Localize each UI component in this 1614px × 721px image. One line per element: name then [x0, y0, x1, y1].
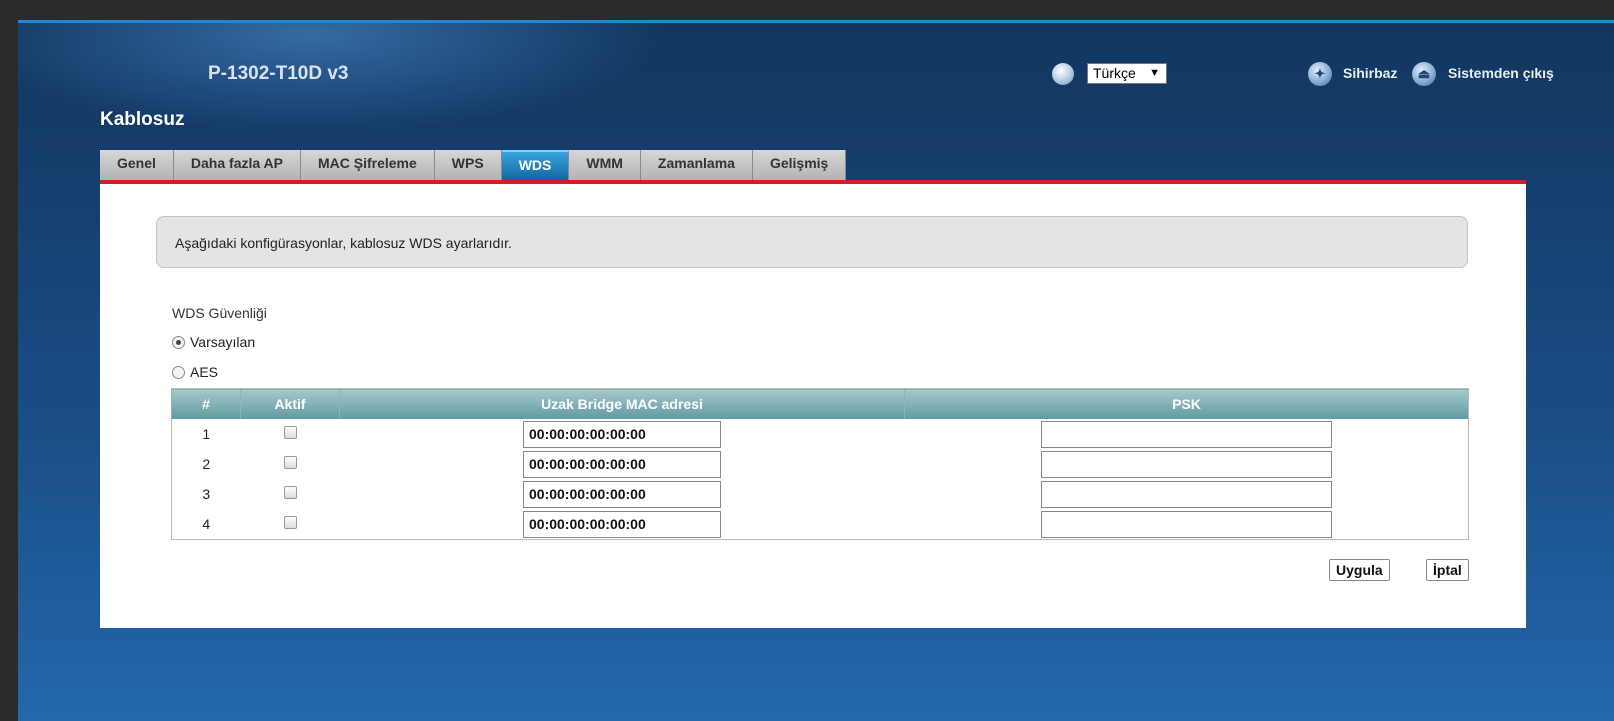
psk-input[interactable]: [1040, 480, 1332, 508]
active-checkbox[interactable]: [283, 426, 297, 439]
row-index: 3: [202, 486, 211, 502]
logout-icon[interactable]: ⏏: [1412, 62, 1436, 86]
column-header-active: Aktif: [240, 388, 340, 419]
column-header-mac: Uzak Bridge MAC adresi: [339, 388, 905, 419]
tab-daha-fazla-ap[interactable]: Daha fazla AP: [173, 150, 301, 180]
globe-icon: [1052, 63, 1074, 85]
mac-address-input[interactable]: [523, 510, 721, 538]
table-header-row: # Aktif Uzak Bridge MAC adresi PSK: [171, 388, 1469, 419]
active-checkbox[interactable]: [283, 486, 297, 499]
language-select[interactable]: Türkçe ▼: [1087, 63, 1167, 84]
tab-zamanlama[interactable]: Zamanlama: [640, 150, 753, 180]
radio-option-aes[interactable]: AES: [172, 364, 218, 380]
radio-label-default: Varsayılan: [190, 334, 256, 350]
psk-input[interactable]: [1040, 420, 1332, 448]
tab-mac-sifreleme[interactable]: MAC Şifreleme: [300, 150, 435, 180]
content-panel: Aşağıdaki konfigürasyonlar, kablosuz WDS…: [100, 184, 1526, 628]
row-index: 2: [202, 456, 211, 472]
cancel-button[interactable]: İptal: [1426, 559, 1469, 581]
wizard-star-icon[interactable]: ✦: [1308, 62, 1332, 86]
column-header-index: #: [171, 388, 241, 419]
radio-button-aes[interactable]: [172, 365, 185, 379]
tab-wps[interactable]: WPS: [434, 150, 502, 180]
wds-security-label: WDS Güvenliği: [172, 305, 267, 321]
logout-link[interactable]: Sistemden çıkış: [1448, 65, 1554, 81]
wds-table: # Aktif Uzak Bridge MAC adresi PSK 1 2: [171, 388, 1469, 540]
wizard-link[interactable]: Sihirbaz: [1343, 65, 1397, 81]
active-checkbox[interactable]: [283, 456, 297, 469]
mac-address-input[interactable]: [523, 450, 721, 478]
psk-input[interactable]: [1040, 510, 1332, 538]
table-row: 4: [172, 509, 1469, 540]
chevron-down-icon: ▼: [1149, 67, 1160, 79]
mac-address-input[interactable]: [523, 420, 721, 448]
language-value: Türkçe: [1093, 65, 1136, 81]
apply-button[interactable]: Uygula: [1329, 559, 1390, 581]
tab-genel[interactable]: Genel: [100, 150, 174, 180]
table-row: 2: [172, 449, 1469, 479]
tab-bar: Genel Daha fazla AP MAC Şifreleme WPS WD…: [100, 150, 847, 180]
column-header-psk: PSK: [904, 388, 1469, 419]
radio-label-aes: AES: [190, 364, 219, 380]
device-model: P-1302-T10D v3: [208, 63, 349, 84]
tab-wds[interactable]: WDS: [501, 150, 570, 180]
app-window: P-1302-T10D v3 Türkçe ▼ ✦ Sihirbaz ⏏ Sis…: [18, 20, 1614, 721]
page-title: Kablosuz: [100, 109, 185, 130]
tab-wmm[interactable]: WMM: [569, 150, 641, 180]
radio-option-default[interactable]: Varsayılan: [172, 334, 255, 350]
row-index: 1: [202, 426, 211, 442]
table-row: 3: [172, 479, 1469, 509]
info-box: Aşağıdaki konfigürasyonlar, kablosuz WDS…: [156, 216, 1468, 268]
active-checkbox[interactable]: [283, 516, 297, 529]
radio-button-default[interactable]: [172, 335, 185, 349]
psk-input[interactable]: [1040, 450, 1332, 478]
table-row: 1: [172, 419, 1469, 449]
mac-address-input[interactable]: [523, 480, 721, 508]
tab-gelismis[interactable]: Gelişmiş: [752, 150, 847, 180]
row-index: 4: [202, 516, 211, 532]
